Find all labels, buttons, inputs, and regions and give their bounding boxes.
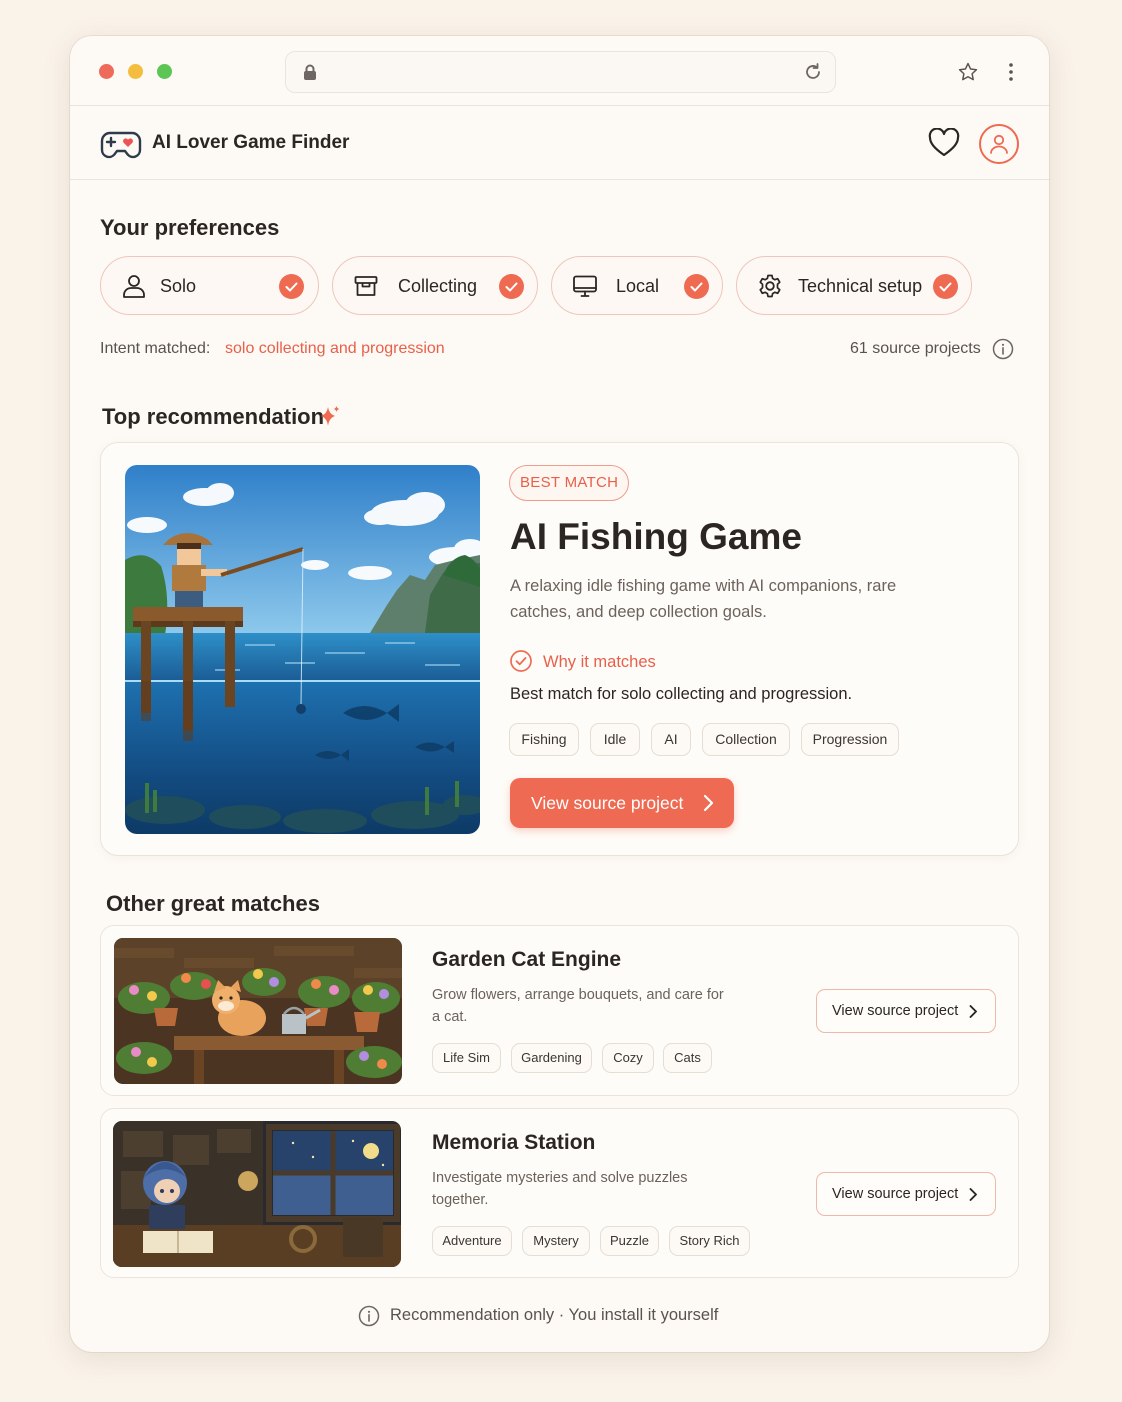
info-icon[interactable]: [992, 338, 1014, 360]
lock-icon: [304, 64, 316, 80]
button-label: View source project: [832, 1186, 959, 1202]
view-source-project-button[interactable]: View source project: [816, 989, 996, 1033]
intent-value: solo collecting and progression: [225, 340, 445, 357]
checkmark-icon: [499, 274, 524, 299]
browser-window: AI Lover Game Finder Your preferences So…: [70, 36, 1049, 1352]
checkmark-icon: [279, 274, 304, 299]
favorites-heart-icon[interactable]: [928, 128, 960, 158]
user-profile-button[interactable]: [979, 124, 1019, 164]
game-title: Memoria Station: [432, 1131, 596, 1154]
fishing-game-image: [125, 465, 480, 834]
why-it-matches-text: Best match for solo collecting and progr…: [510, 685, 853, 703]
tag: Collection: [702, 723, 790, 756]
game-description: Investigate mysteries and solve puzzles …: [432, 1170, 688, 1208]
tag: Fishing: [509, 723, 579, 756]
tag: Mystery: [522, 1226, 590, 1256]
intent-label: Intent matched:: [100, 340, 211, 357]
tag: Life Sim: [432, 1043, 501, 1073]
preferences-heading: Your preferences: [100, 215, 280, 240]
preference-chip-label: Local: [616, 276, 660, 296]
top-recommendation-heading: Top recommendation: [102, 404, 325, 429]
preference-chip-local[interactable]: Local: [551, 256, 723, 315]
game-card-memoria-station: Memoria Station Investigate mysteries an…: [100, 1108, 1019, 1278]
preference-chip-label: Collecting: [398, 276, 478, 296]
app-header: AI Lover Game Finder: [70, 106, 1049, 180]
chevron-right-icon: [703, 794, 714, 812]
game-card-garden-cat-engine: Garden Cat Engine Grow flowers, arrange …: [100, 925, 1019, 1096]
preference-chip-label: Solo: [160, 276, 197, 296]
minimize-window-button[interactable]: [128, 64, 143, 79]
tag: Cats: [663, 1043, 712, 1073]
best-match-badge: BEST MATCH: [509, 465, 630, 501]
preference-chip-collecting[interactable]: Collecting: [332, 256, 538, 315]
tag: Gardening: [511, 1043, 592, 1073]
view-source-project-button[interactable]: View source project: [510, 778, 734, 828]
monitor-icon: [573, 275, 597, 297]
maximize-window-button[interactable]: [157, 64, 172, 79]
other-matches-heading: Other great matches: [106, 891, 320, 916]
preference-chip-technical-setup[interactable]: Technical setup: [736, 256, 972, 315]
info-icon: [358, 1305, 380, 1327]
gear-icon: [759, 274, 781, 298]
chevron-right-icon: [969, 1188, 977, 1201]
tag: Cozy: [602, 1043, 654, 1073]
top-game-title: AI Fishing Game: [510, 516, 802, 557]
reload-icon[interactable]: [803, 62, 823, 82]
game-description: Grow flowers, arrange bouquets, and care…: [432, 987, 724, 1025]
tag: Adventure: [432, 1226, 512, 1256]
checkmark-icon: [684, 274, 709, 299]
more-menu-icon[interactable]: [1003, 61, 1019, 83]
view-source-project-button[interactable]: View source project: [816, 1172, 996, 1216]
preference-chip-label: Technical setup: [798, 276, 923, 296]
top-recommendation-card: BEST MATCH AI Fishing Game A relaxing id…: [100, 442, 1019, 856]
checkmark-icon: [933, 274, 958, 299]
archive-box-icon: [354, 276, 378, 296]
check-circle-icon: [510, 650, 532, 672]
app-title: AI Lover Game Finder: [152, 132, 350, 153]
person-icon: [123, 275, 145, 298]
sparkle-icon: [321, 406, 340, 426]
source-count: 61 source projects: [850, 340, 981, 357]
button-label: View source project: [832, 1003, 959, 1019]
gamepad-heart-logo-icon: [100, 131, 142, 159]
tag: Idle: [590, 723, 640, 756]
close-window-button[interactable]: [99, 64, 114, 79]
tag: Puzzle: [600, 1226, 659, 1256]
memoria-station-image: [113, 1121, 401, 1267]
tag: Progression: [801, 723, 899, 756]
bookmark-star-icon[interactable]: [957, 61, 979, 83]
button-label: View source project: [531, 793, 684, 813]
browser-toolbar: [70, 36, 1049, 106]
tag: Story Rich: [669, 1226, 750, 1256]
top-game-description: A relaxing idle fishing game with AI com…: [510, 577, 897, 621]
address-bar[interactable]: [285, 51, 836, 93]
footer-text: Recommendation only · You install it you…: [390, 1306, 719, 1324]
preference-chip-solo[interactable]: Solo: [100, 256, 319, 315]
chevron-right-icon: [969, 1005, 977, 1018]
game-title: Garden Cat Engine: [432, 948, 622, 971]
garden-cat-image: [114, 938, 402, 1084]
why-it-matches-label: Why it matches: [543, 653, 656, 671]
tag: AI: [651, 723, 691, 756]
user-icon: [990, 134, 1008, 154]
